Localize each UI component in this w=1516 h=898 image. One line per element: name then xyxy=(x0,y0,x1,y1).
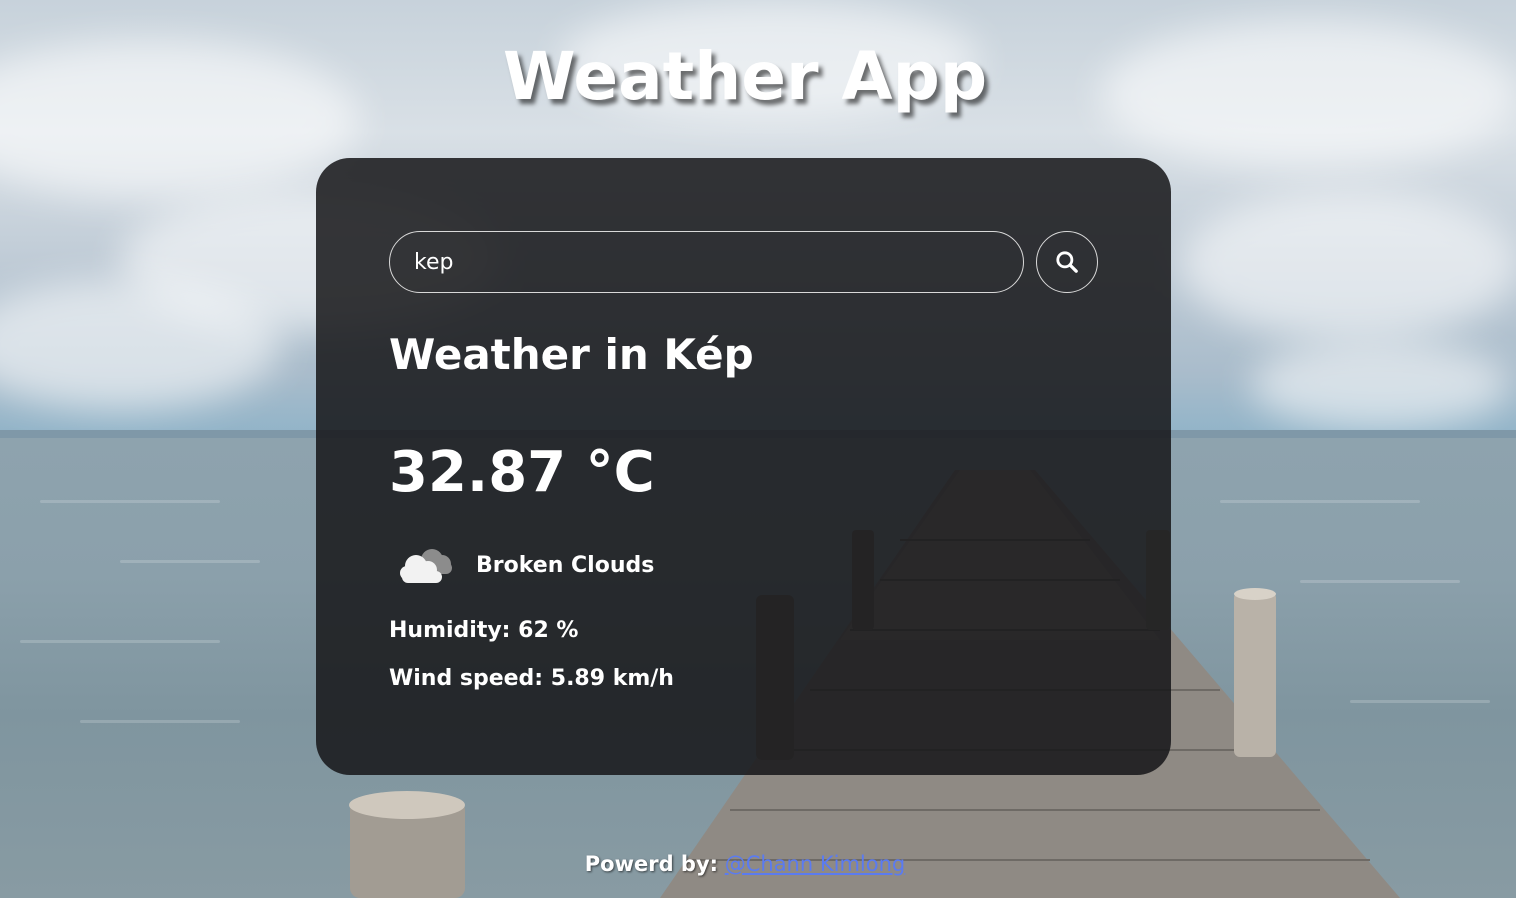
app-title: Weather App xyxy=(502,38,988,115)
search-input[interactable] xyxy=(389,231,1024,293)
weather-description: Broken Clouds xyxy=(476,552,655,578)
wind-speed-text: Wind speed: 5.89 km/h xyxy=(389,666,674,691)
weather-description-row: Broken Clouds xyxy=(394,538,654,592)
search-button[interactable] xyxy=(1036,231,1098,293)
search-bar xyxy=(389,231,1099,293)
broken-clouds-icon xyxy=(400,549,452,583)
weather-card: Weather in Kép 32.87 °C Broken Clouds Hu… xyxy=(316,158,1171,775)
humidity-text: Humidity: 62 % xyxy=(389,618,579,643)
footer-label: Powerd by: xyxy=(584,852,719,876)
search-icon xyxy=(1056,251,1078,273)
city-heading: Weather in Kép xyxy=(389,330,754,379)
author-link[interactable]: @Chann Kimlong xyxy=(725,852,906,876)
footer: Powerd by: @Chann Kimlong xyxy=(0,852,1490,876)
temperature-value: 32.87 °C xyxy=(389,440,655,505)
